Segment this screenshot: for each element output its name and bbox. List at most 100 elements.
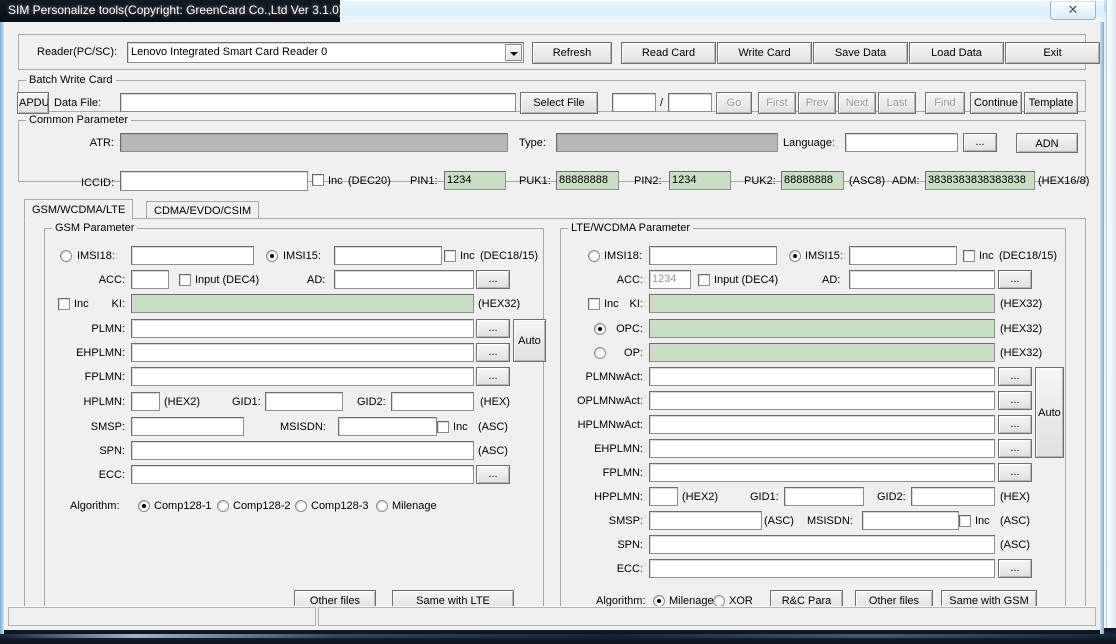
gsm-ehplmn-input[interactable] <box>131 343 474 362</box>
lte-ecc-input[interactable] <box>649 559 995 578</box>
lte-imsi15-radio[interactable] <box>789 250 801 262</box>
gsm-algorithm-milenage-radio[interactable] <box>376 500 388 512</box>
lte-acc-input-checkbox[interactable] <box>698 274 710 286</box>
gsm-imsi-inc-checkbox[interactable] <box>444 250 456 262</box>
iccid-inc-checkbox[interactable] <box>312 174 324 186</box>
puk2-input[interactable]: 88888888 <box>781 171 844 190</box>
window-titlebar[interactable]: SIM Personalize tools(Copyright: GreenCa… <box>0 0 1104 22</box>
lte-hplmnwact-input[interactable] <box>649 415 995 434</box>
lte-auto-button[interactable]: Auto <box>1035 367 1064 458</box>
gsm-spn-input[interactable] <box>131 441 474 460</box>
gsm-acc-input[interactable] <box>131 270 169 289</box>
iccid-input[interactable] <box>120 171 308 191</box>
close-button[interactable]: ✕ <box>1050 1 1096 20</box>
page-total-input[interactable] <box>668 93 712 112</box>
gsm-plmn-browse-button[interactable]: ... <box>476 319 510 338</box>
gsm-imsi15-radio[interactable] <box>266 250 278 262</box>
lte-imsi15-input[interactable] <box>849 246 957 265</box>
lte-ecc-browse-button[interactable]: ... <box>998 559 1032 578</box>
reader-combo[interactable]: Lenovo Integrated Smart Card Reader 0 <box>127 42 524 63</box>
lte-fplmn-input[interactable] <box>649 463 995 482</box>
lte-imsi18-radio[interactable] <box>588 250 600 262</box>
tab-gsm-wcdma-lte[interactable]: GSM/WCDMA/LTE <box>24 199 134 220</box>
read-card-button[interactable]: Read Card <box>621 42 716 64</box>
gsm-algorithm-comp128-1-radio[interactable] <box>138 500 150 512</box>
gsm-fplmn-browse-button[interactable]: ... <box>476 367 510 386</box>
apdu-button[interactable]: APDU <box>17 92 49 114</box>
gsm-ecc-input[interactable] <box>131 465 474 484</box>
language-browse-button[interactable]: ... <box>963 133 997 152</box>
gsm-ecc-browse-button[interactable]: ... <box>476 465 510 484</box>
data-file-input[interactable] <box>120 93 516 112</box>
lte-spn-input[interactable] <box>649 535 995 554</box>
lte-msisdn-input[interactable] <box>862 511 959 530</box>
lte-plmnwact-input[interactable] <box>649 367 995 386</box>
lte-hpplmn-input[interactable] <box>649 487 678 506</box>
lte-hplmnwact-browse-button[interactable]: ... <box>998 415 1032 434</box>
gsm-algorithm-comp128-2-radio[interactable] <box>217 500 229 512</box>
lte-opc-input[interactable] <box>649 319 995 338</box>
lte-ehplmn-browse-button[interactable]: ... <box>998 439 1032 458</box>
gsm-imsi18-input[interactable] <box>131 246 254 265</box>
lte-oplmnwact-input[interactable] <box>649 391 995 410</box>
lte-ki-input[interactable] <box>649 294 995 313</box>
lte-gid2-input[interactable] <box>911 487 995 506</box>
lte-msisdn-inc-checkbox[interactable] <box>959 515 971 527</box>
lte-opc-radio[interactable] <box>594 323 606 335</box>
gsm-smsp-input[interactable] <box>131 417 244 436</box>
gsm-algorithm-comp128-3-radio[interactable] <box>295 500 307 512</box>
gsm-plmn-input[interactable] <box>131 319 474 338</box>
chevron-down-icon[interactable] <box>505 44 522 61</box>
save-data-button[interactable]: Save Data <box>813 42 908 64</box>
lte-fplmn-browse-button[interactable]: ... <box>998 463 1032 482</box>
gsm-msisdn-input[interactable] <box>338 417 437 436</box>
refresh-button[interactable]: Refresh <box>532 42 612 64</box>
gsm-ehplmn-browse-button[interactable]: ... <box>476 343 510 362</box>
lte-imsi-inc-checkbox[interactable] <box>963 250 975 262</box>
select-file-button[interactable]: Select File <box>520 92 598 114</box>
lte-ehplmn-input[interactable] <box>649 439 995 458</box>
language-input[interactable] <box>845 133 958 152</box>
last-button[interactable]: Last <box>878 92 916 114</box>
gsm-ad-browse-button[interactable]: ... <box>476 270 510 289</box>
lte-oplmnwact-browse-button[interactable]: ... <box>998 391 1032 410</box>
pin2-input[interactable]: 1234 <box>669 171 731 190</box>
lte-gid1-input[interactable] <box>784 487 864 506</box>
gsm-fplmn-input[interactable] <box>131 367 474 386</box>
gsm-msisdn-inc-checkbox[interactable] <box>437 421 449 433</box>
load-data-button[interactable]: Load Data <box>909 42 1004 64</box>
gsm-imsi18-radio[interactable] <box>60 250 72 262</box>
gsm-ad-input[interactable] <box>334 270 474 289</box>
gsm-acc-input-checkbox[interactable] <box>179 274 191 286</box>
gsm-ki-input[interactable] <box>131 294 474 313</box>
gsm-gid1-input[interactable] <box>265 392 343 411</box>
next-button[interactable]: Next <box>838 92 876 114</box>
adm-input[interactable]: 3838383838383838 <box>925 171 1035 190</box>
lte-imsi18-input[interactable] <box>649 246 777 265</box>
gsm-hplmn-input[interactable] <box>131 392 160 411</box>
lte-acc-input[interactable]: 1234 <box>649 270 691 289</box>
find-button[interactable]: Find <box>925 92 965 114</box>
lte-plmnwact-browse-button[interactable]: ... <box>998 367 1032 386</box>
write-card-button[interactable]: Write Card <box>717 42 812 64</box>
pin1-input[interactable]: 1234 <box>444 171 506 190</box>
page-current-input[interactable] <box>612 93 656 112</box>
gsm-auto-button[interactable]: Auto <box>513 319 546 362</box>
go-button[interactable]: Go <box>716 92 752 114</box>
gsm-imsi15-input[interactable] <box>334 246 442 265</box>
lte-ad-input[interactable] <box>849 270 995 289</box>
lte-smsp-input[interactable] <box>649 511 762 530</box>
gsm-gid2-input[interactable] <box>391 392 474 411</box>
lte-ki-inc-checkbox[interactable] <box>588 298 600 310</box>
gsm-ki-inc-checkbox[interactable] <box>58 298 70 310</box>
adn-button[interactable]: ADN <box>1016 133 1078 153</box>
lte-op-radio[interactable] <box>594 347 606 359</box>
template-button[interactable]: Template <box>1024 92 1078 114</box>
prev-button[interactable]: Prev <box>798 92 836 114</box>
first-button[interactable]: First <box>758 92 796 114</box>
lte-op-input[interactable] <box>649 343 995 362</box>
exit-button[interactable]: Exit <box>1005 42 1100 64</box>
puk1-input[interactable]: 88888888 <box>556 171 619 190</box>
continue-button[interactable]: Continue <box>970 92 1022 114</box>
lte-ad-browse-button[interactable]: ... <box>998 270 1032 289</box>
